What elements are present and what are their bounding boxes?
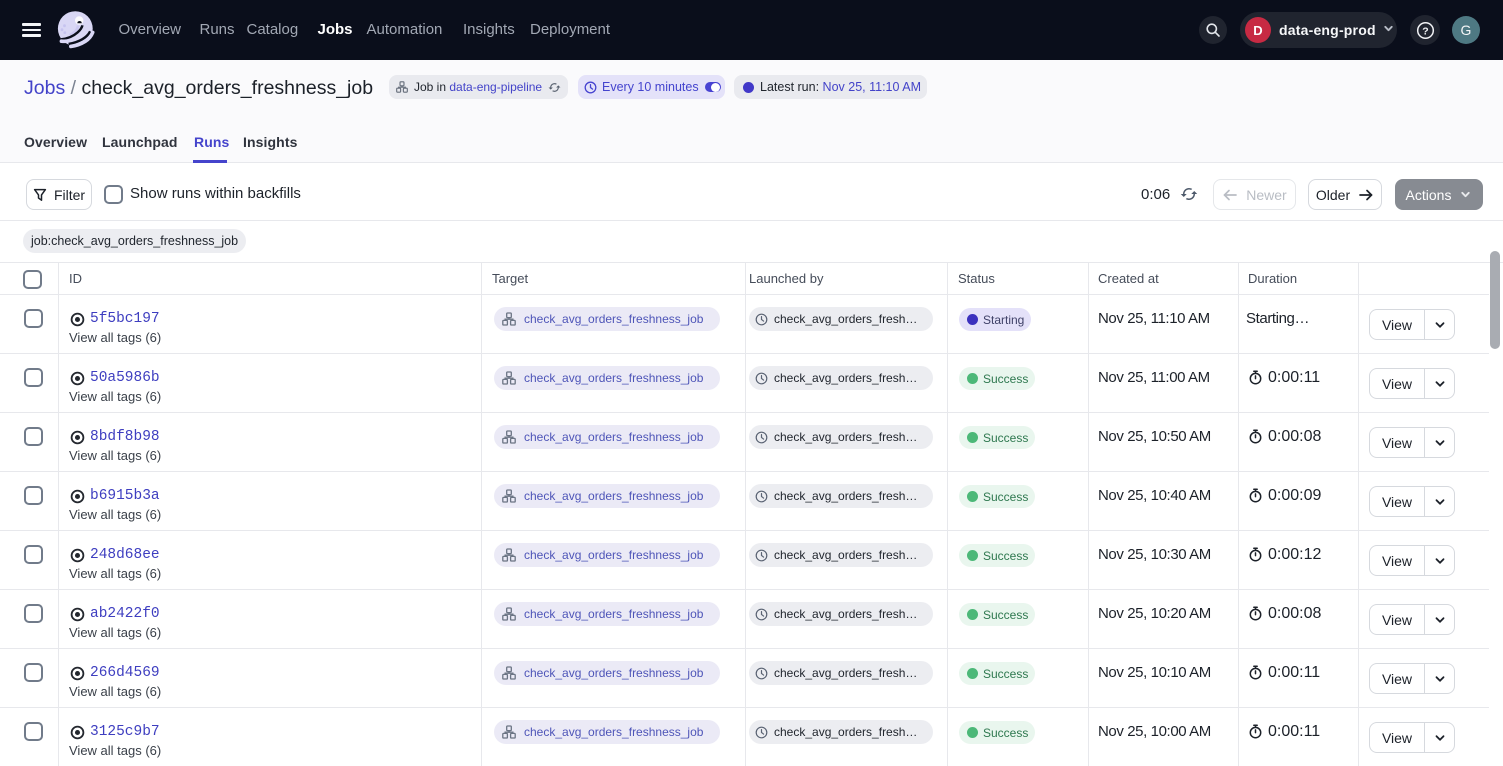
svg-text:?: ? bbox=[1422, 25, 1428, 37]
